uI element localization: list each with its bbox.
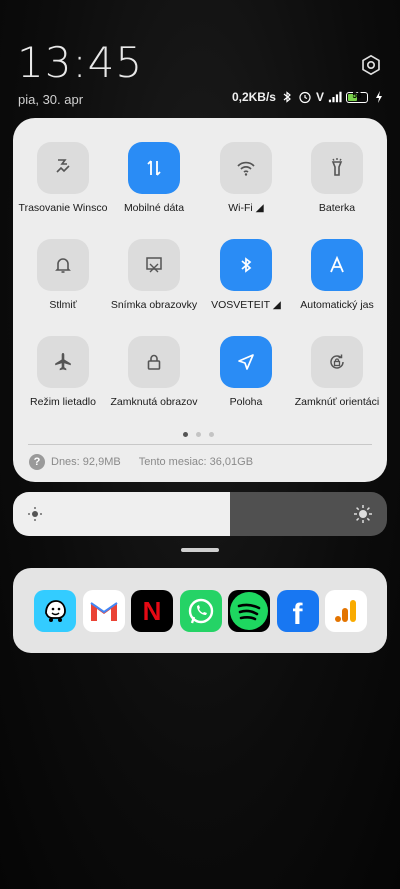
battery-percent: 53 [352, 90, 362, 100]
tile-label: Automatický jas [300, 299, 374, 311]
status-bar: 0,2KB/s V 53 [232, 90, 386, 104]
signal-icon [328, 91, 342, 103]
battery-icon: 53 [346, 90, 368, 103]
brightness-slider[interactable] [13, 492, 387, 536]
bluetooth-status-icon [283, 91, 291, 103]
spotify-app-icon[interactable] [228, 590, 270, 632]
alarm-icon [299, 91, 311, 104]
mobile-data-icon[interactable] [128, 142, 180, 194]
tile-wifi[interactable]: Wi-Fi ◢ [199, 142, 293, 216]
trace-icon[interactable] [37, 142, 89, 194]
rotation-lock-icon[interactable] [311, 336, 363, 388]
analytics-app-icon[interactable] [325, 590, 367, 632]
data-usage[interactable]: ? Dnes: 92,9MB Tento mesiac: 36,01GB [29, 454, 253, 470]
app-dock: Nf [13, 568, 387, 653]
tile-mobile-data[interactable]: Mobilné dáta [107, 142, 201, 216]
brightness-low-icon [28, 507, 42, 521]
tile-label: Snímka obrazovky [110, 299, 198, 311]
bell-icon[interactable] [37, 239, 89, 291]
auto-brightness-icon[interactable] [311, 239, 363, 291]
location-icon[interactable] [220, 336, 272, 388]
tile-label: Poloha [229, 396, 263, 408]
tile-bell[interactable]: Stlmiť [16, 239, 110, 313]
wifi-icon[interactable] [220, 142, 272, 194]
usage-today: Dnes: 92,9MB [51, 456, 121, 468]
tile-label: Baterka [318, 202, 356, 214]
tile-trace[interactable]: Trasovanie Winsco [16, 142, 110, 216]
tile-label: Stlmiť [49, 299, 77, 311]
lock-icon[interactable] [128, 336, 180, 388]
screenshot-icon[interactable] [128, 239, 180, 291]
tile-screenshot[interactable]: Snímka obrazovky [107, 239, 201, 313]
volte-icon: V [315, 90, 324, 104]
tile-label: VOSVETEIT ◢ [211, 299, 281, 311]
flashlight-icon[interactable] [311, 142, 363, 194]
tile-airplane[interactable]: Režim lietadlo [16, 336, 110, 410]
page-indicator [183, 432, 214, 437]
tile-label: Mobilné dáta [123, 202, 185, 214]
tile-label: Trasovanie Winsco [18, 202, 108, 214]
bluetooth-icon[interactable] [220, 239, 272, 291]
page-dot-2[interactable] [196, 432, 201, 437]
date: pia, 30. apr [18, 92, 84, 107]
waze-app-icon[interactable] [34, 590, 76, 632]
usage-month: Tento mesiac: 36,01GB [138, 456, 254, 468]
charging-icon [376, 91, 382, 103]
tile-lock[interactable]: Zamknutá obrazov [107, 336, 201, 410]
panel-drag-handle[interactable] [181, 548, 219, 552]
network-speed: 0,2KB/s [231, 90, 276, 104]
netflix-app-icon[interactable]: N [131, 590, 173, 632]
brightness-fill [13, 492, 230, 536]
divider [28, 444, 372, 445]
page-dot-1[interactable] [183, 432, 188, 437]
airplane-icon[interactable] [37, 336, 89, 388]
tile-location[interactable]: Poloha [199, 336, 293, 410]
tile-flashlight[interactable]: Baterka [290, 142, 384, 216]
tile-label: Režim lietadlo [30, 396, 96, 408]
facebook-app-icon[interactable]: f [276, 590, 319, 632]
settings-gear-icon[interactable] [360, 54, 382, 76]
gmail-app-icon[interactable] [82, 590, 125, 632]
brightness-high-icon [354, 505, 372, 523]
tile-label: Wi-Fi ◢ [228, 202, 264, 214]
tile-auto-brightness[interactable]: Automatický jas [290, 239, 384, 313]
page-dot-3[interactable] [209, 432, 214, 437]
whatsapp-app-icon[interactable] [179, 590, 222, 632]
tile-label: Zamknúť orientáci [294, 396, 380, 408]
tile-rotation-lock[interactable]: Zamknúť orientáci [290, 336, 384, 410]
quick-settings-panel: Trasovanie Winsco Mobilné dáta Wi-Fi ◢ Bate… [13, 118, 387, 482]
tile-bluetooth[interactable]: VOSVETEIT ◢ [199, 239, 293, 313]
help-icon: ? [29, 454, 45, 470]
tile-label: Zamknutá obrazov [110, 396, 198, 408]
clock: 13:45 [17, 38, 144, 87]
